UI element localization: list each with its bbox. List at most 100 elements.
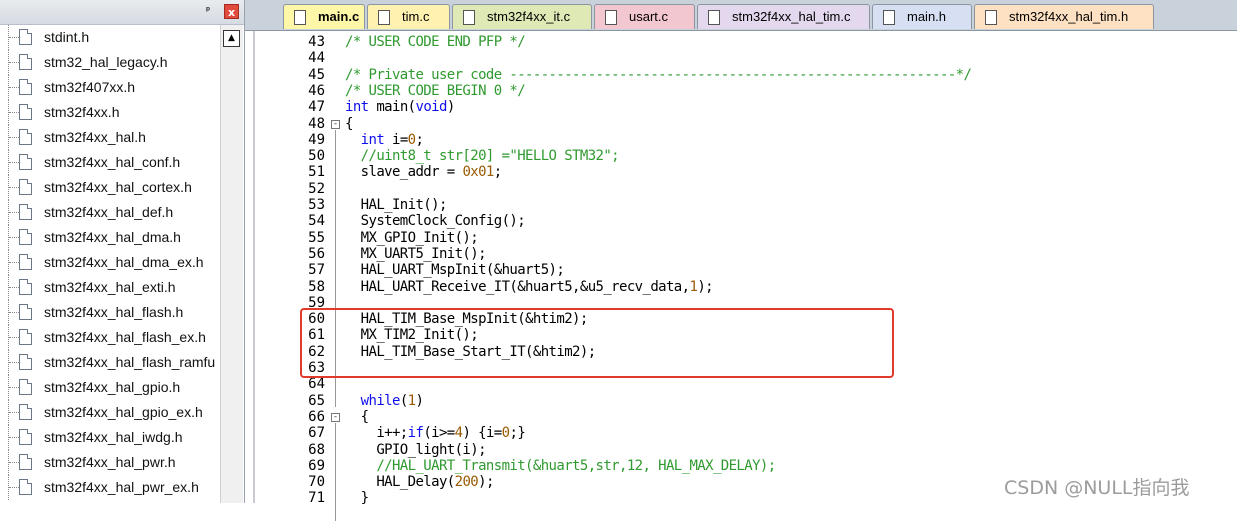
scroll-up-icon[interactable]: ▲ xyxy=(223,30,240,47)
file-tree-item[interactable]: stm32f4xx_hal_def.h xyxy=(0,200,220,225)
file-icon xyxy=(19,304,32,320)
code-line-text: /* Private user code -------------------… xyxy=(345,66,972,83)
line-number: 47 xyxy=(308,99,325,116)
panel-title-bar: ᵖ x xyxy=(0,0,244,25)
line-number: 69 xyxy=(308,457,325,474)
file-tree-item-label: stm32f4xx_hal_def.h xyxy=(44,204,174,220)
file-tree-item[interactable]: stm32f4xx_hal_flash_ramfu xyxy=(0,350,220,375)
code-line[interactable]: int i=0; xyxy=(345,131,424,148)
tree-connector xyxy=(9,212,19,214)
code-editor[interactable]: 43 44 45 46 47 48 49 50 51 52 53 54 55 56 57 58 59 60 61 62… xyxy=(253,31,1237,521)
tree-connector xyxy=(9,287,19,289)
code-line[interactable]: int main(void) xyxy=(345,99,455,115)
tab-stm32f4xx-it-c[interactable]: stm32f4xx_it.c xyxy=(452,4,592,29)
file-tree-item-label: stm32f4xx_hal_gpio_ex.h xyxy=(44,404,203,420)
code-line-text: HAL_UART_MspInit(&huart5); xyxy=(345,262,565,279)
code-line-text: { xyxy=(345,408,369,425)
code-line[interactable]: { xyxy=(345,116,353,132)
file-tree-item[interactable]: stm32f4xx_hal_pwr.h xyxy=(0,450,220,475)
file-tree-item[interactable]: stm32f4xx_hal_gpio.h xyxy=(0,375,220,400)
code-line[interactable]: MX_GPIO_Init(); xyxy=(345,229,479,246)
file-tree-item[interactable]: stm32f4xx_hal_flash.h xyxy=(0,300,220,325)
code-line[interactable]: MX_UART5_Init(); xyxy=(345,245,487,262)
code-line-text: while(1) xyxy=(360,392,424,409)
file-tree-item-label: stdint.h xyxy=(44,29,90,45)
line-number: 49 xyxy=(308,131,325,148)
file-tree-item[interactable]: stm32f4xx_hal_dma.h xyxy=(0,225,220,250)
file-icon xyxy=(19,254,32,270)
code-line[interactable]: SystemClock_Config(); xyxy=(345,213,526,230)
file-icon xyxy=(294,10,306,25)
tree-connector xyxy=(9,412,19,414)
file-tree-item[interactable]: stm32f4xx_hal_gpio_ex.h xyxy=(0,400,220,425)
file-tree-item[interactable]: stm32f4xx_hal_iwdg.h xyxy=(0,425,220,450)
file-tree-item[interactable]: stm32_hal_legacy.h xyxy=(0,50,220,75)
code-line-text: /* USER CODE END PFP */ xyxy=(345,34,526,50)
file-icon xyxy=(19,204,32,220)
file-tree-item[interactable]: stm32f4xx_hal_exti.h xyxy=(0,275,220,300)
tab-main-c[interactable]: main.c xyxy=(283,4,365,29)
code-line[interactable]: i++;if(i>=4) {i=0;} xyxy=(345,425,525,441)
project-file-tree-panel: ᵖ x stdint.h stm32_hal_legacy.h stm32f407x… xyxy=(0,0,245,503)
code-line-text: int i=0; xyxy=(360,131,424,148)
line-number: 52 xyxy=(308,180,325,197)
gear-file-icon xyxy=(605,10,617,25)
close-panel-button[interactable]: x xyxy=(224,4,239,19)
code-line[interactable]: { xyxy=(345,409,369,425)
file-icon xyxy=(19,154,32,170)
tab-stm32f4xx-hal-tim-c[interactable]: stm32f4xx_hal_tim.c xyxy=(697,4,870,29)
line-number: 51 xyxy=(308,164,325,181)
file-tree-item[interactable]: stm32f4xx_hal_flash_ex.h xyxy=(0,325,220,350)
tab-label: usart.c xyxy=(629,9,669,24)
tab-stm32f4xx-hal-tim-h[interactable]: stm32f4xx_hal_tim.h xyxy=(974,4,1154,29)
file-tree-item[interactable]: stm32f407xx.h xyxy=(0,75,220,100)
file-tree-item-label: stm32f4xx_hal_dma_ex.h xyxy=(44,254,204,270)
tree-connector xyxy=(9,312,19,314)
code-line-text: MX_GPIO_Init(); xyxy=(345,229,479,246)
tab-usart-c[interactable]: usart.c xyxy=(594,4,695,29)
file-tree-item[interactable]: stm32f4xx.h xyxy=(0,100,220,125)
file-tree-item-label: stm32f4xx_hal_pwr_ex.h xyxy=(44,479,199,495)
file-icon xyxy=(985,10,997,25)
pin-icon[interactable]: ᵖ xyxy=(202,4,214,18)
code-line[interactable]: HAL_UART_Receive_IT(&huart5,&u5_recv_dat… xyxy=(345,279,714,295)
file-icon xyxy=(19,279,32,295)
file-tree-item[interactable]: stm32f4xx_hal_cortex.h xyxy=(0,175,220,200)
code-line-text: { xyxy=(345,115,353,132)
file-tree-item[interactable]: stm32f4xx_hal.h xyxy=(0,125,220,150)
code-line[interactable]: //HAL_UART_Transmit(&huart5,str,12, HAL_… xyxy=(345,458,776,474)
code-line[interactable]: HAL_Init(); xyxy=(345,197,448,213)
line-number: 68 xyxy=(308,441,325,458)
file-tree-item[interactable]: stdint.h xyxy=(0,25,220,50)
file-icon xyxy=(708,10,720,25)
code-line[interactable]: HAL_Delay(200); xyxy=(345,474,494,490)
code-line[interactable]: while(1) xyxy=(345,392,424,409)
file-tree-item[interactable]: stm32f4xx_hal_pwr_ex.h xyxy=(0,475,220,500)
file-tree-scrollbar[interactable]: ▲ xyxy=(220,25,243,503)
file-tree-item-label: stm32f4xx_hal_flash_ex.h xyxy=(44,329,206,345)
file-tree-item[interactable]: stm32f4xx_hal_dma_ex.h xyxy=(0,250,220,275)
fold-toggle-icon[interactable]: - xyxy=(331,412,340,422)
tree-connector xyxy=(9,487,19,489)
code-line[interactable]: GPIO_light(i); xyxy=(345,442,486,458)
line-number: 56 xyxy=(308,245,325,262)
code-line-text: SystemClock_Config(); xyxy=(345,213,526,230)
code-line[interactable]: slave_addr = 0x01; xyxy=(345,164,503,180)
tab-main-h[interactable]: main.h xyxy=(872,4,972,29)
code-line[interactable]: /* Private user code -------------------… xyxy=(345,66,972,83)
line-number: 67 xyxy=(308,425,325,442)
code-line[interactable]: /* USER CODE BEGIN 0 */ xyxy=(345,83,526,99)
line-number: 64 xyxy=(308,376,325,393)
code-line[interactable]: //uint8_t str[20] ="HELLO STM32"; xyxy=(345,148,620,164)
code-line[interactable]: } xyxy=(345,490,369,506)
code-line[interactable]: HAL_UART_MspInit(&huart5); xyxy=(345,262,565,279)
file-tree-item[interactable]: stm32f4xx_hal_conf.h xyxy=(0,150,220,175)
tree-connector xyxy=(9,387,19,389)
tab-label: stm32f4xx_hal_tim.c xyxy=(732,9,851,24)
tab-tim-c[interactable]: tim.c xyxy=(367,4,450,29)
code-line-text: MX_UART5_Init(); xyxy=(345,245,487,262)
tree-connector xyxy=(9,337,19,339)
code-line-text: //HAL_UART_Transmit(&huart5,str,12, HAL_… xyxy=(345,457,776,474)
fold-toggle-icon[interactable]: - xyxy=(331,119,340,129)
code-line[interactable]: /* USER CODE END PFP */ xyxy=(345,34,526,50)
